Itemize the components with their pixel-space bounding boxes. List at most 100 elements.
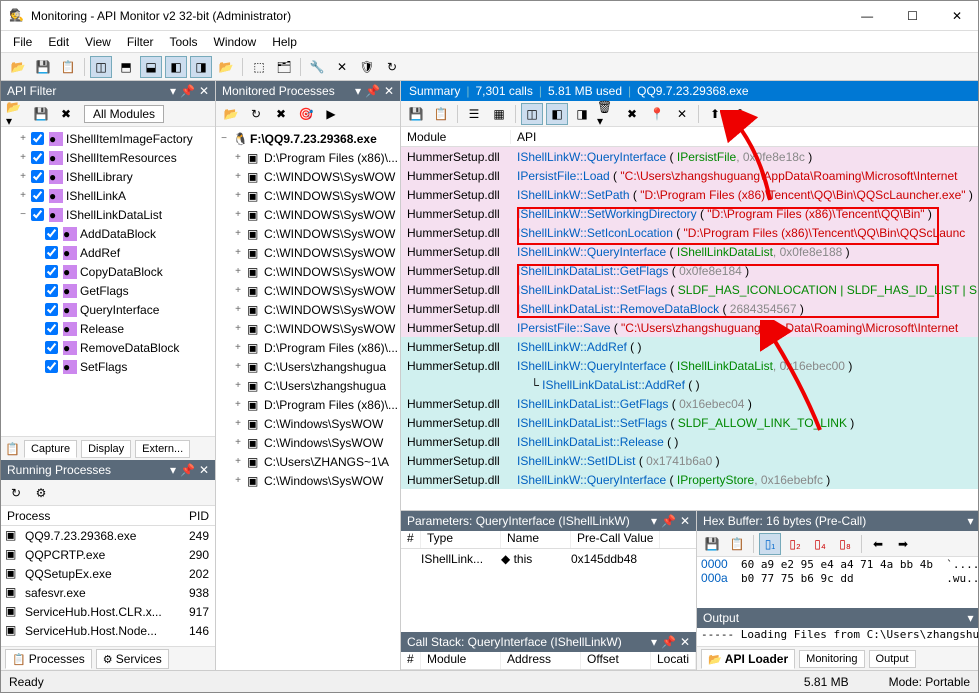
tool1-icon[interactable]: ⬚ bbox=[248, 56, 270, 78]
api-row[interactable]: HummerSetup.dllIShellLinkW::SetIconLocat… bbox=[401, 223, 978, 242]
menu-tools[interactable]: Tools bbox=[170, 35, 198, 49]
s-copy-icon[interactable]: 📋 bbox=[430, 103, 452, 125]
close-panel-icon[interactable]: ✕ bbox=[199, 84, 209, 98]
hex-b2-icon[interactable]: ▯₂ bbox=[784, 533, 806, 555]
filter-checkbox[interactable] bbox=[31, 151, 44, 164]
monitored-item[interactable]: +▣C:\Users\ZHANGS~1\A bbox=[218, 452, 398, 471]
s-grid-icon[interactable]: ▦ bbox=[488, 103, 510, 125]
tab-capture[interactable]: Capture bbox=[24, 440, 77, 458]
filter-tree-item[interactable]: ●RemoveDataBlock bbox=[3, 338, 213, 357]
s-b1-icon[interactable]: ◫ bbox=[521, 103, 543, 125]
filter-checkbox[interactable] bbox=[45, 227, 58, 240]
mp-close-icon[interactable]: ✕ bbox=[384, 84, 394, 98]
monitored-item[interactable]: +▣C:\WINDOWS\SysWOW bbox=[218, 319, 398, 338]
api-row[interactable]: HummerSetup.dllIShellLinkDataList::GetFl… bbox=[401, 394, 978, 413]
api-row[interactable]: HummerSetup.dllIShellLinkDataList::SetFl… bbox=[401, 413, 978, 432]
api-row[interactable]: HummerSetup.dllIPersistFile::Save ( "C:\… bbox=[401, 318, 978, 337]
mp-dd-icon[interactable]: ▾ bbox=[355, 84, 361, 98]
s-clear-icon[interactable]: ✖ bbox=[621, 103, 643, 125]
rp-refresh-icon[interactable]: ↻ bbox=[5, 482, 27, 504]
proc-table-body[interactable]: ▣QQ9.7.23.29368.exe249▣QQPCRTP.exe290▣QQ… bbox=[1, 526, 215, 646]
monitored-item[interactable]: +▣D:\Program Files (x86)\... bbox=[218, 148, 398, 167]
tab-output[interactable]: Output bbox=[869, 650, 916, 668]
api-row[interactable]: HummerSetup.dllIShellLinkW::QueryInterfa… bbox=[401, 147, 978, 166]
mp-refresh-icon[interactable]: ↻ bbox=[245, 103, 267, 125]
menu-help[interactable]: Help bbox=[272, 35, 297, 49]
rp-gear-icon[interactable]: ⚙ bbox=[30, 482, 52, 504]
filter-checkbox[interactable] bbox=[45, 360, 58, 373]
monitored-root[interactable]: −🐧F:\QQ9.7.23.29368.exe bbox=[218, 129, 398, 148]
pane3-icon[interactable]: ⬓ bbox=[140, 56, 162, 78]
filter-checkbox[interactable] bbox=[45, 303, 58, 316]
tab-display[interactable]: Display bbox=[81, 440, 131, 458]
save-icon[interactable]: 💾 bbox=[32, 56, 54, 78]
monitored-item[interactable]: +▣C:\WINDOWS\SysWOW bbox=[218, 300, 398, 319]
pin-icon[interactable]: ▾ bbox=[170, 84, 176, 98]
copy-icon[interactable]: 📋 bbox=[57, 56, 79, 78]
filter-checkbox[interactable] bbox=[45, 284, 58, 297]
filter-checkbox[interactable] bbox=[31, 170, 44, 183]
process-row[interactable]: ▣QQSetupEx.exe202 bbox=[1, 564, 215, 583]
monitored-item[interactable]: +▣C:\Windows\SysWOW bbox=[218, 471, 398, 490]
filter-tree-item[interactable]: −●IShellLinkDataList bbox=[3, 205, 213, 224]
hex-save-icon[interactable]: 💾 bbox=[701, 533, 723, 555]
api-row[interactable]: └ IShellLinkDataList::AddRef ( ) bbox=[401, 375, 978, 394]
filter-tree-item[interactable]: ●GetFlags bbox=[3, 281, 213, 300]
s-trash-icon[interactable]: 🗑▾ bbox=[596, 103, 618, 125]
filter-tree-item[interactable]: ●AddDataBlock bbox=[3, 224, 213, 243]
rp-dd-icon[interactable]: ▾ bbox=[170, 463, 176, 477]
monitored-item[interactable]: +▣C:\WINDOWS\SysWOW bbox=[218, 205, 398, 224]
s-save-icon[interactable]: 💾 bbox=[405, 103, 427, 125]
tab-apiloader[interactable]: 📂 API Loader bbox=[701, 649, 795, 669]
pane1-icon[interactable]: ◫ bbox=[90, 56, 112, 78]
open-icon[interactable]: 📂 bbox=[7, 56, 29, 78]
s-up-icon[interactable]: ⬆ bbox=[704, 103, 726, 125]
api-row[interactable]: HummerSetup.dllIShellLinkDataList::Remov… bbox=[401, 299, 978, 318]
filter-tree-item[interactable]: ●QueryInterface bbox=[3, 300, 213, 319]
api-row[interactable]: HummerSetup.dllIShellLinkW::SetPath ( "D… bbox=[401, 185, 978, 204]
filter-checkbox[interactable] bbox=[45, 265, 58, 278]
tab-monitoring[interactable]: Monitoring bbox=[799, 650, 864, 668]
menu-view[interactable]: View bbox=[85, 35, 111, 49]
hex-b1-icon[interactable]: ▯₁ bbox=[759, 533, 781, 555]
api-row[interactable]: HummerSetup.dllIShellLinkDataList::Relea… bbox=[401, 432, 978, 451]
monitored-item[interactable]: +▣C:\WINDOWS\SysWOW bbox=[218, 186, 398, 205]
rp-close-icon[interactable]: ✕ bbox=[199, 463, 209, 477]
process-row[interactable]: ▣ServiceHub.Host.Node...146 bbox=[1, 621, 215, 640]
mp-tree-icon[interactable]: 📂 bbox=[220, 103, 242, 125]
process-row[interactable]: ▣ServiceHub.Host.CLR.x...917 bbox=[1, 602, 215, 621]
api-row[interactable]: HummerSetup.dllIPersistFile::Load ( "C:\… bbox=[401, 166, 978, 185]
pane6-icon[interactable]: 📂 bbox=[215, 56, 237, 78]
api-row[interactable]: HummerSetup.dllIShellLinkW::QueryInterfa… bbox=[401, 356, 978, 375]
s-down-icon[interactable]: ⬇ bbox=[729, 103, 751, 125]
api-row[interactable]: HummerSetup.dllIShellLinkDataList::SetFl… bbox=[401, 280, 978, 299]
monitored-item[interactable]: +▣C:\WINDOWS\SysWOW bbox=[218, 281, 398, 300]
monitored-item[interactable]: +▣D:\Program Files (x86)\... bbox=[218, 395, 398, 414]
hex-b4-icon[interactable]: ▯₄ bbox=[809, 533, 831, 555]
filter-checkbox[interactable] bbox=[31, 208, 44, 221]
tool3-icon[interactable]: 🔧 bbox=[306, 56, 328, 78]
mp-pin-icon[interactable]: 📌 bbox=[365, 84, 380, 98]
clear-icon[interactable]: ✖ bbox=[55, 103, 77, 125]
tool2-icon[interactable]: 🗂 bbox=[273, 56, 295, 78]
filter-checkbox[interactable] bbox=[31, 132, 44, 145]
pane2-icon[interactable]: ⬒ bbox=[115, 56, 137, 78]
api-row[interactable]: HummerSetup.dllIShellLinkW::QueryInterfa… bbox=[401, 242, 978, 261]
hex-right-icon[interactable]: ➡ bbox=[892, 533, 914, 555]
tab-services[interactable]: ⚙ Services bbox=[96, 649, 169, 669]
s-mark-icon[interactable]: 📍 bbox=[646, 103, 668, 125]
s-b2-icon[interactable]: ◧ bbox=[546, 103, 568, 125]
filter-tree-item[interactable]: ●SetFlags bbox=[3, 357, 213, 376]
pane5-icon[interactable]: ◨ bbox=[190, 56, 212, 78]
api-table-body[interactable]: HummerSetup.dllIShellLinkW::QueryInterfa… bbox=[401, 147, 978, 510]
monitored-item[interactable]: +▣C:\WINDOWS\SysWOW bbox=[218, 224, 398, 243]
folder-icon[interactable]: 📂▾ bbox=[5, 103, 27, 125]
api-row[interactable]: HummerSetup.dllIShellLinkW::QueryInterfa… bbox=[401, 470, 978, 489]
monitored-item[interactable]: +▣C:\Windows\SysWOW bbox=[218, 433, 398, 452]
close-button[interactable]: ✕ bbox=[944, 9, 970, 23]
pane4-icon[interactable]: ◧ bbox=[165, 56, 187, 78]
filter-tree-item[interactable]: +●IShellItemImageFactory bbox=[3, 129, 213, 148]
process-row[interactable]: ▣safesvr.exe938 bbox=[1, 583, 215, 602]
hex-copy-icon[interactable]: 📋 bbox=[726, 533, 748, 555]
process-row[interactable]: ▣QQ9.7.23.29368.exe249 bbox=[1, 526, 215, 545]
